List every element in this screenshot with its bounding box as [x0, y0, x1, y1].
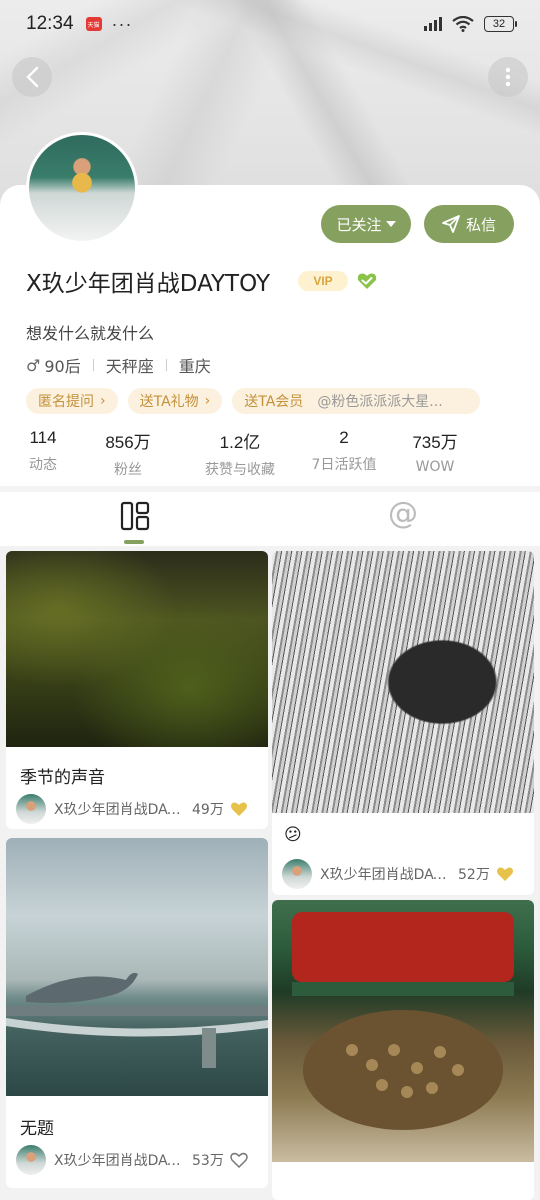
- message-button[interactable]: 私信: [424, 205, 514, 243]
- stat-label: 粉丝: [114, 462, 142, 478]
- wifi-icon: [452, 16, 474, 32]
- mentions-tab-icon[interactable]: @: [388, 496, 418, 531]
- tag-mention: @粉色派派派大星...: [317, 394, 443, 410]
- stat-value: 735万: [412, 433, 458, 452]
- like-count: 52万: [458, 867, 490, 883]
- stat-label: 获赞与收藏: [205, 462, 275, 478]
- more-vertical-icon: [505, 67, 511, 87]
- chevron-right-icon: ›: [100, 393, 106, 409]
- stat-value: 2: [339, 428, 349, 447]
- stat-label: 动态: [29, 457, 57, 473]
- active-tab-indicator: [124, 540, 144, 544]
- message-label: 私信: [465, 215, 496, 234]
- heart-filled-icon[interactable]: [230, 801, 248, 817]
- stat-followers[interactable]: 856万 粉丝: [86, 428, 170, 479]
- tag-label: 送TA礼物: [139, 394, 199, 410]
- note-title: 😕: [284, 825, 302, 845]
- following-button[interactable]: 已关注: [321, 205, 411, 243]
- note-author-row: X玖少年团肖战DAYTOY 52万: [282, 859, 514, 889]
- more-notifications-icon: ···: [111, 13, 133, 34]
- city: 重庆: [178, 357, 211, 376]
- stat-likes-collections[interactable]: 1.2亿 获赞与收藏: [192, 428, 288, 479]
- tag-label: 匿名提问: [38, 394, 94, 410]
- note-card[interactable]: 无题 X玖少年团肖战DAYTOY 53万: [6, 838, 268, 1188]
- heart-filled-icon[interactable]: [496, 866, 514, 882]
- status-time: 12:34: [26, 13, 74, 34]
- profile-stats: 114 动态 856万 粉丝 1.2亿 获赞与收藏 2 7日活跃值 735万 W…: [22, 428, 466, 479]
- tag-label: 送TA会员: [244, 394, 304, 410]
- author-name: X玖少年团肖战DAYTOY: [54, 1153, 186, 1169]
- signal-icon: [424, 17, 442, 31]
- author-avatar: [16, 1145, 46, 1175]
- note-cover-image: [6, 551, 268, 747]
- note-card[interactable]: 😕 X玖少年团肖战DAYTOY 52万: [272, 551, 534, 895]
- stat-value: 1.2亿: [219, 433, 261, 452]
- divider: [165, 359, 167, 371]
- author-avatar: [16, 794, 46, 824]
- more-options-button[interactable]: [488, 57, 528, 97]
- stat-value: 856万: [105, 433, 151, 452]
- username: X玖少年团肖战DAYTOY: [26, 271, 271, 297]
- status-bar: 12:34 天猫 ··· 32: [0, 0, 540, 48]
- whale-scene-illustration: [6, 972, 268, 1068]
- stat-label: WOW: [415, 459, 455, 475]
- stat-wow[interactable]: 735万 WOW: [404, 428, 466, 479]
- zodiac: 天秤座: [105, 357, 154, 376]
- battery-icon: 32: [484, 16, 517, 32]
- note-author-row: X玖少年团肖战DAYTOY 53万: [16, 1145, 248, 1175]
- action-tags: 匿名提问 › 送TA礼物 › 送TA会员 @粉色派派派大星...: [26, 388, 481, 414]
- vip-label: VIP: [313, 274, 333, 288]
- note-cover-image: [272, 551, 534, 813]
- note-cover-image: [272, 900, 534, 1162]
- bean-pot-illustration: [292, 912, 514, 1130]
- stat-value: 114: [29, 428, 57, 447]
- avatar[interactable]: [26, 132, 138, 244]
- male-icon: ♂: [26, 355, 41, 375]
- chevron-left-icon: [26, 66, 39, 88]
- author-name: X玖少年团肖战DAYTOY: [54, 802, 186, 818]
- stat-label: 7日活跃值: [311, 457, 377, 473]
- send-gift-tag[interactable]: 送TA礼物 ›: [127, 388, 223, 414]
- send-membership-tag[interactable]: 送TA会员 @粉色派派派大星...: [232, 388, 481, 414]
- verified-heart-icon: [357, 273, 377, 289]
- vip-badge[interactable]: VIP: [298, 271, 348, 291]
- section-divider: [0, 486, 540, 492]
- note-card[interactable]: 季节的声音 X玖少年团肖战DAYTOY 49万: [6, 551, 268, 829]
- chevron-right-icon: ›: [204, 393, 211, 409]
- like-count: 49万: [192, 802, 224, 818]
- tmall-notification-icon: 天猫: [85, 17, 102, 31]
- author-name: X玖少年团肖战DAYTOY: [320, 867, 452, 883]
- like-count: 53万: [192, 1153, 224, 1169]
- heart-outline-icon[interactable]: [230, 1152, 248, 1168]
- age-group: 90后: [44, 357, 81, 376]
- grid-icon[interactable]: [120, 500, 150, 532]
- note-cover-image: [6, 838, 268, 1096]
- note-card[interactable]: [272, 900, 534, 1200]
- bio: 想发什么就发什么: [26, 324, 155, 343]
- anonymous-question-tag[interactable]: 匿名提问 ›: [26, 388, 118, 414]
- author-avatar: [282, 859, 312, 889]
- note-author-row: X玖少年团肖战DAYTOY 49万: [16, 794, 248, 824]
- caret-down-icon: [385, 221, 396, 227]
- send-icon: [442, 215, 460, 233]
- divider: [92, 359, 94, 371]
- following-label: 已关注: [336, 215, 382, 234]
- back-button[interactable]: [12, 57, 52, 97]
- stat-activity[interactable]: 2 7日活跃值: [302, 428, 386, 479]
- stat-posts[interactable]: 114 动态: [22, 428, 64, 479]
- profile-meta: ♂ 90后 天秤座 重庆: [26, 353, 211, 377]
- note-title: 季节的声音: [20, 768, 105, 788]
- note-title: 无题: [20, 1119, 54, 1139]
